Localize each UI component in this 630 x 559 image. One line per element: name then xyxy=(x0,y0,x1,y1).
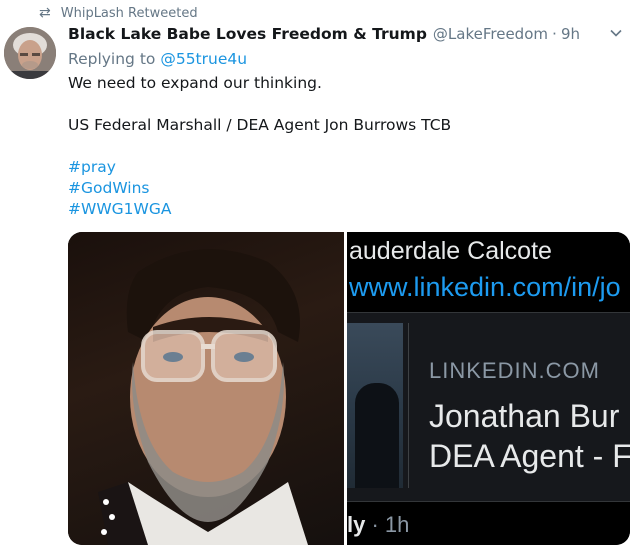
avatar-image xyxy=(4,27,56,79)
replying-prefix: Replying to xyxy=(68,50,156,68)
hashtag-link[interactable]: #GodWins xyxy=(68,178,608,199)
link-preview-thumbnail xyxy=(347,323,403,488)
screenshot-header-text: auderdale Calcote xyxy=(349,237,552,265)
screenshot-footer-name: ly xyxy=(347,512,366,537)
display-name[interactable]: Black Lake Babe Loves Freedom & Trump xyxy=(68,25,427,43)
hashtag-link[interactable]: #pray xyxy=(68,157,608,178)
replying-mention-link[interactable]: @55true4u xyxy=(160,50,247,68)
link-preview-card: LINKEDIN.COM Jonathan Bur DEA Agent - F xyxy=(347,312,630,502)
chevron-down-icon[interactable] xyxy=(608,26,624,42)
retweet-icon: ⇄ xyxy=(39,5,51,21)
media-image-screenshot[interactable]: auderdale Calcote www.linkedin.com/in/jo… xyxy=(347,232,630,545)
link-preview-domain: LINKEDIN.COM xyxy=(429,358,600,383)
tweet-line-1: We need to expand our thinking. xyxy=(68,74,322,92)
avatar[interactable] xyxy=(4,27,56,79)
link-preview-title-line-1: Jonathan Bur xyxy=(429,398,620,434)
tweet-media[interactable]: auderdale Calcote www.linkedin.com/in/jo… xyxy=(68,232,630,545)
tweet-text: We need to expand our thinking. US Feder… xyxy=(68,73,608,220)
hashtag-link[interactable]: #WWG1WGA xyxy=(68,199,608,220)
tweet-line-2: US Federal Marshall / DEA Agent Jon Burr… xyxy=(68,116,452,134)
retweet-label: WhipLash Retweeted xyxy=(60,5,198,21)
portrait-illustration xyxy=(98,249,308,545)
screenshot-footer: ly · 1h xyxy=(347,512,409,538)
tweet-header: Black Lake Babe Loves Freedom & Trump @L… xyxy=(68,25,580,47)
media-image-portrait[interactable] xyxy=(68,232,344,545)
replying-to: Replying to @55true4u xyxy=(68,50,247,68)
timestamp[interactable]: 9h xyxy=(561,25,580,43)
screenshot-url-text: www.linkedin.com/in/jo xyxy=(349,272,621,302)
screenshot-footer-time: · 1h xyxy=(365,512,410,537)
link-preview-title-line-2: DEA Agent - F xyxy=(429,438,630,474)
retweet-indicator[interactable]: ⇄ WhipLash Retweeted xyxy=(39,4,198,22)
user-handle[interactable]: @LakeFreedom xyxy=(433,25,548,43)
separator-dot: · xyxy=(552,25,557,43)
